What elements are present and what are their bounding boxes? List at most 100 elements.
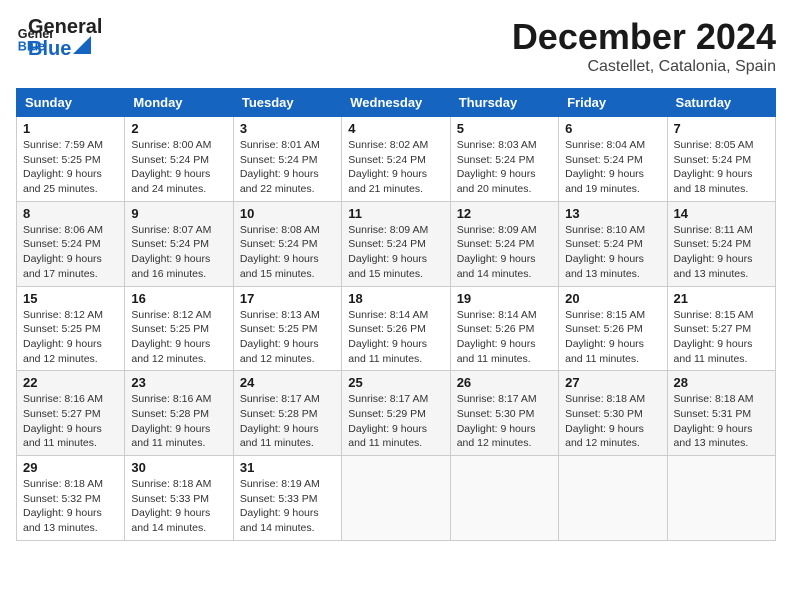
sunset-text: Sunset: 5:24 PM <box>457 238 535 250</box>
sunrise-text: Sunrise: 8:16 AM <box>131 393 211 405</box>
daylight-text: Daylight: 9 hours and 13 minutes. <box>674 253 753 280</box>
sunset-text: Sunset: 5:26 PM <box>457 323 535 335</box>
day-info: Sunrise: 8:17 AMSunset: 5:28 PMDaylight:… <box>240 392 335 451</box>
day-number: 4 <box>348 121 443 136</box>
daylight-text: Daylight: 9 hours and 14 minutes. <box>240 507 319 534</box>
day-info: Sunrise: 8:02 AMSunset: 5:24 PMDaylight:… <box>348 138 443 197</box>
logo-arrow-icon <box>73 36 91 54</box>
calendar-cell: 24Sunrise: 8:17 AMSunset: 5:28 PMDayligh… <box>233 371 341 456</box>
day-number: 7 <box>674 121 769 136</box>
day-number: 23 <box>131 375 226 390</box>
location-title: Castellet, Catalonia, Spain <box>512 58 776 76</box>
day-number: 21 <box>674 291 769 306</box>
sunset-text: Sunset: 5:33 PM <box>240 493 318 505</box>
day-info: Sunrise: 8:12 AMSunset: 5:25 PMDaylight:… <box>131 308 226 367</box>
day-number: 17 <box>240 291 335 306</box>
sunrise-text: Sunrise: 8:14 AM <box>457 309 537 321</box>
calendar-col-friday: Friday <box>559 89 667 117</box>
daylight-text: Daylight: 9 hours and 11 minutes. <box>565 338 644 365</box>
day-info: Sunrise: 8:14 AMSunset: 5:26 PMDaylight:… <box>457 308 552 367</box>
sunrise-text: Sunrise: 8:11 AM <box>674 224 753 236</box>
sunrise-text: Sunrise: 8:15 AM <box>565 309 645 321</box>
day-info: Sunrise: 8:08 AMSunset: 5:24 PMDaylight:… <box>240 223 335 282</box>
sunrise-text: Sunrise: 8:03 AM <box>457 139 537 151</box>
daylight-text: Daylight: 9 hours and 17 minutes. <box>23 253 102 280</box>
calendar-header-row: SundayMondayTuesdayWednesdayThursdayFrid… <box>17 89 776 117</box>
calendar-cell: 1Sunrise: 7:59 AMSunset: 5:25 PMDaylight… <box>17 117 125 202</box>
daylight-text: Daylight: 9 hours and 21 minutes. <box>348 168 427 195</box>
day-info: Sunrise: 8:00 AMSunset: 5:24 PMDaylight:… <box>131 138 226 197</box>
daylight-text: Daylight: 9 hours and 12 minutes. <box>131 338 210 365</box>
calendar-cell: 3Sunrise: 8:01 AMSunset: 5:24 PMDaylight… <box>233 117 341 202</box>
daylight-text: Daylight: 9 hours and 15 minutes. <box>240 253 319 280</box>
day-info: Sunrise: 8:11 AMSunset: 5:24 PMDaylight:… <box>674 223 769 282</box>
daylight-text: Daylight: 9 hours and 11 minutes. <box>348 338 427 365</box>
page-header: General Blue General Blue December 2024 … <box>16 16 776 76</box>
sunrise-text: Sunrise: 8:02 AM <box>348 139 428 151</box>
calendar-week-row: 22Sunrise: 8:16 AMSunset: 5:27 PMDayligh… <box>17 371 776 456</box>
daylight-text: Daylight: 9 hours and 15 minutes. <box>348 253 427 280</box>
daylight-text: Daylight: 9 hours and 18 minutes. <box>674 168 753 195</box>
sunset-text: Sunset: 5:27 PM <box>674 323 752 335</box>
calendar-col-tuesday: Tuesday <box>233 89 341 117</box>
sunset-text: Sunset: 5:25 PM <box>240 323 318 335</box>
calendar-cell: 16Sunrise: 8:12 AMSunset: 5:25 PMDayligh… <box>125 286 233 371</box>
calendar-week-row: 29Sunrise: 8:18 AMSunset: 5:32 PMDayligh… <box>17 456 776 541</box>
logo: General Blue General Blue <box>16 16 102 60</box>
day-info: Sunrise: 8:05 AM Sunset: 5:24 PM Daylight:… <box>674 138 769 197</box>
sunrise-text: Sunrise: 8:14 AM <box>348 309 428 321</box>
sunrise-text: Sunrise: 8:17 AM <box>240 393 320 405</box>
calendar-cell: 20Sunrise: 8:15 AMSunset: 5:26 PMDayligh… <box>559 286 667 371</box>
calendar-cell: 5Sunrise: 8:03 AMSunset: 5:24 PMDaylight… <box>450 117 558 202</box>
calendar-cell: 14Sunrise: 8:11 AMSunset: 5:24 PMDayligh… <box>667 201 775 286</box>
calendar-cell: 7 Sunrise: 8:05 AM Sunset: 5:24 PM Daylight… <box>667 117 775 202</box>
day-info: Sunrise: 8:18 AMSunset: 5:33 PMDaylight:… <box>131 477 226 536</box>
sunset-text: Sunset: 5:30 PM <box>565 408 643 420</box>
daylight-text: Daylight: 9 hours and 22 minutes. <box>240 168 319 195</box>
sunrise-text: Sunrise: 8:17 AM <box>457 393 537 405</box>
calendar-cell: 28Sunrise: 8:18 AMSunset: 5:31 PMDayligh… <box>667 371 775 456</box>
day-number: 22 <box>23 375 118 390</box>
day-number: 10 <box>240 206 335 221</box>
sunrise-text: Sunrise: 7:59 AM <box>23 139 103 151</box>
daylight-text: Daylight: 9 hours and 11 minutes. <box>23 423 102 450</box>
calendar-cell: 29Sunrise: 8:18 AMSunset: 5:32 PMDayligh… <box>17 456 125 541</box>
day-info: Sunrise: 8:16 AM Sunset: 5:28 PM Daylight:… <box>131 392 226 451</box>
day-info: Sunrise: 8:18 AMSunset: 5:32 PMDaylight:… <box>23 477 118 536</box>
daylight-text: Daylight: 9 hours and 13 minutes. <box>565 253 644 280</box>
calendar-cell: 26Sunrise: 8:17 AMSunset: 5:30 PMDayligh… <box>450 371 558 456</box>
calendar-week-row: 8Sunrise: 8:06 AMSunset: 5:24 PMDaylight… <box>17 201 776 286</box>
sunset-text: Sunset: 5:24 PM <box>674 154 752 166</box>
sunset-text: Sunset: 5:32 PM <box>23 493 101 505</box>
sunrise-text: Sunrise: 8:19 AM <box>240 478 320 490</box>
sunrise-text: Sunrise: 8:09 AM <box>457 224 537 236</box>
day-info: Sunrise: 8:12 AMSunset: 5:25 PMDaylight:… <box>23 308 118 367</box>
day-info: Sunrise: 8:03 AMSunset: 5:24 PMDaylight:… <box>457 138 552 197</box>
day-info: Sunrise: 8:18 AMSunset: 5:31 PMDaylight:… <box>674 392 769 451</box>
day-number: 12 <box>457 206 552 221</box>
daylight-text: Daylight: 9 hours and 11 minutes. <box>674 338 753 365</box>
sunset-text: Sunset: 5:24 PM <box>565 154 643 166</box>
sunset-text: Sunset: 5:28 PM <box>131 408 209 420</box>
day-number: 9 <box>131 206 226 221</box>
day-info: Sunrise: 8:04 AMSunset: 5:24 PMDaylight:… <box>565 138 660 197</box>
day-info: Sunrise: 8:14 AMSunset: 5:26 PMDaylight:… <box>348 308 443 367</box>
sunrise-text: Sunrise: 8:05 AM <box>674 139 754 151</box>
sunrise-text: Sunrise: 8:17 AM <box>348 393 428 405</box>
sunrise-text: Sunrise: 8:16 AM <box>23 393 103 405</box>
day-number: 3 <box>240 121 335 136</box>
daylight-text: Daylight: 9 hours and 11 minutes. <box>131 423 210 450</box>
day-info: Sunrise: 8:17 AMSunset: 5:30 PMDaylight:… <box>457 392 552 451</box>
daylight-text: Daylight: 9 hours and 19 minutes. <box>565 168 644 195</box>
sunrise-text: Sunrise: 8:07 AM <box>131 224 211 236</box>
day-number: 27 <box>565 375 660 390</box>
sunset-text: Sunset: 5:29 PM <box>348 408 426 420</box>
daylight-text: Daylight: 9 hours and 12 minutes. <box>457 423 536 450</box>
daylight-text: Daylight: 9 hours and 11 minutes. <box>240 423 319 450</box>
day-number: 6 <box>565 121 660 136</box>
calendar-cell: 10 Sunrise: 8:08 AMSunset: 5:24 PMDayligh… <box>233 201 341 286</box>
sunset-text: Sunset: 5:24 PM <box>457 154 535 166</box>
sunset-text: Sunset: 5:24 PM <box>23 238 101 250</box>
sunset-text: Sunset: 5:24 PM <box>240 154 318 166</box>
daylight-text: Daylight: 9 hours and 14 minutes. <box>457 253 536 280</box>
